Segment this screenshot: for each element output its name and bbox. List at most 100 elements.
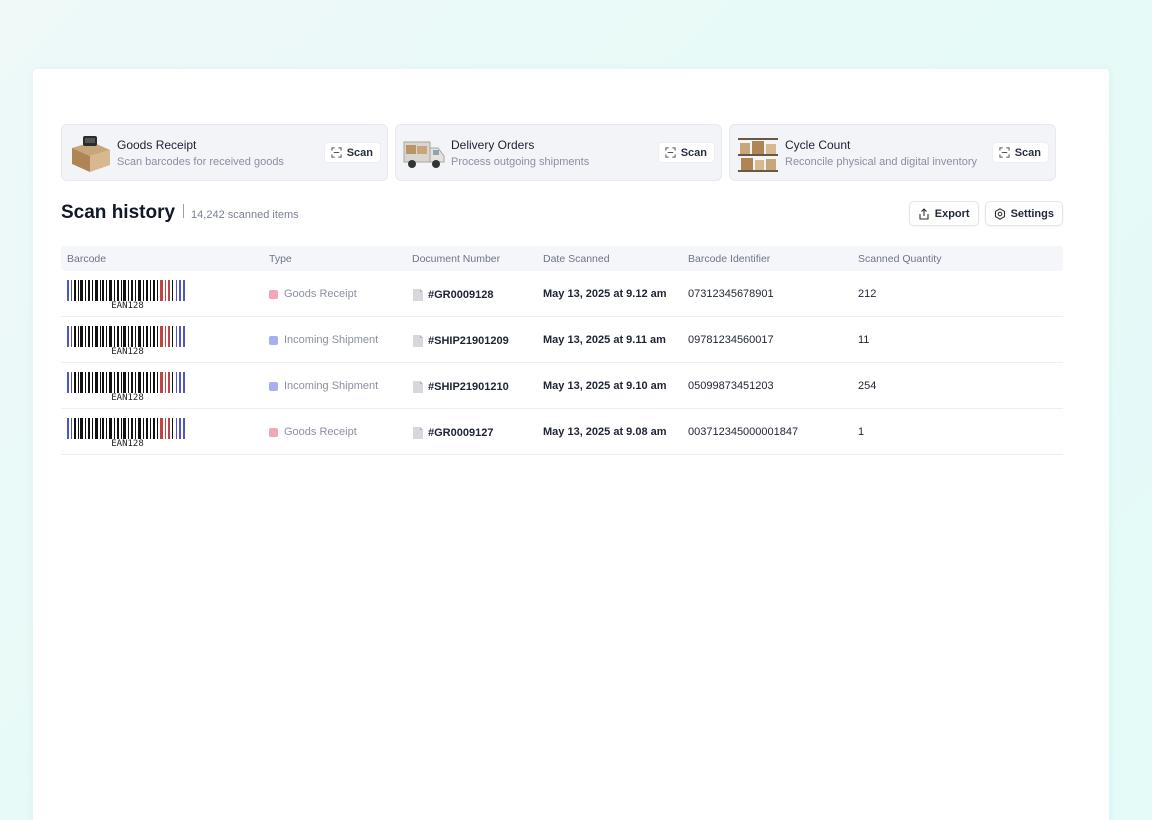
barcode-bar — [80, 418, 83, 439]
scan-button[interactable]: Scan — [657, 142, 715, 163]
barcode-bar — [153, 280, 155, 301]
barcode-bar — [114, 418, 115, 439]
table-row[interactable]: EAN128 Goods Receipt #GR0009127 May 13, … — [61, 409, 1063, 455]
barcode-bar — [138, 326, 141, 347]
document-cell[interactable]: #SHIP21901210 — [412, 380, 509, 394]
barcode-bar — [71, 418, 72, 439]
barcode-bar — [135, 280, 136, 301]
scan-icon — [999, 147, 1010, 158]
barcode-bar — [100, 326, 101, 347]
document-number: #SHIP21901209 — [428, 335, 509, 347]
barcode-bar — [179, 280, 181, 301]
date-scanned: May 13, 2025 at 9.10 am — [543, 380, 667, 392]
barcode-bar — [165, 372, 166, 393]
barcode-bar — [88, 326, 90, 347]
type-cell: Goods Receipt — [269, 426, 357, 438]
barcode-bar — [106, 372, 107, 393]
barcode-bar — [114, 372, 115, 393]
box-icon — [68, 134, 112, 174]
barcode-bar — [150, 372, 151, 393]
settings-button[interactable]: Settings — [984, 201, 1063, 226]
barcode-bar — [157, 280, 158, 301]
barcode-bar — [160, 280, 163, 301]
barcode-identifier: 05099873451203 — [688, 380, 774, 392]
barcode-icon — [67, 418, 185, 439]
scan-button[interactable]: Scan — [991, 142, 1049, 163]
barcode-bar — [123, 280, 126, 301]
barcode-bar — [92, 280, 93, 301]
type-label: Incoming Shipment — [284, 380, 379, 392]
barcode-bar — [85, 418, 86, 439]
barcode-bar — [179, 372, 181, 393]
barcode-bar — [88, 372, 90, 393]
barcode-bar — [102, 280, 104, 301]
barcode-bar — [146, 326, 148, 347]
type-cell: Goods Receipt — [269, 288, 357, 300]
export-button[interactable]: Export — [908, 201, 979, 226]
card-title: Cycle Count — [785, 138, 851, 152]
cycle-count-card[interactable]: Cycle Count Reconcile physical and digit… — [729, 124, 1056, 181]
barcode-bar — [168, 372, 170, 393]
barcode-bar — [121, 326, 122, 347]
column-header: Date Scanned — [543, 253, 610, 265]
barcode-bar — [71, 326, 72, 347]
card-subtitle: Reconcile physical and digital inventory — [785, 156, 977, 168]
goods-receipt-card[interactable]: Goods Receipt Scan barcodes for received… — [61, 124, 388, 181]
barcode-bar — [128, 280, 129, 301]
barcode-bar — [117, 280, 119, 301]
barcode-bar — [88, 418, 90, 439]
barcode-bar — [128, 372, 129, 393]
scan-button[interactable]: Scan — [323, 142, 381, 163]
barcode-bar — [135, 418, 136, 439]
barcode-bar — [153, 372, 155, 393]
scanned-quantity: 212 — [858, 288, 877, 300]
barcode-label: EAN128 — [111, 439, 144, 449]
document-cell[interactable]: #GR0009128 — [412, 288, 493, 302]
barcode-bar — [135, 326, 136, 347]
barcode-bar — [117, 372, 119, 393]
title-divider — [183, 204, 185, 218]
barcode-bar — [123, 326, 126, 347]
document-cell[interactable]: #GR0009127 — [412, 426, 493, 440]
barcode-bar — [131, 418, 133, 439]
scan-button-label: Scan — [680, 146, 707, 159]
barcode-bar — [74, 418, 76, 439]
barcode-bar — [172, 418, 173, 439]
barcode-icon — [67, 372, 185, 393]
barcode-bar — [95, 418, 98, 439]
table-row[interactable]: EAN128 Goods Receipt #GR0009128 May 13, … — [61, 271, 1063, 317]
delivery-orders-card[interactable]: Delivery Orders Process outgoing shipmen… — [395, 124, 722, 181]
table-header: Barcode Type Document Number Date Scanne… — [61, 246, 1063, 271]
barcode-bar — [165, 418, 166, 439]
barcode-bar — [146, 418, 148, 439]
barcode-bar — [71, 280, 72, 301]
document-number: #SHIP21901210 — [428, 381, 509, 393]
document-icon — [413, 381, 423, 393]
table-row[interactable]: EAN128 Incoming Shipment #SHIP21901209 M… — [61, 317, 1063, 363]
barcode-bar — [80, 372, 83, 393]
document-cell[interactable]: #SHIP21901209 — [412, 334, 509, 348]
type-color-dot — [269, 289, 278, 299]
barcode-bar — [176, 280, 177, 301]
barcode-bar — [172, 372, 173, 393]
scan-icon — [331, 147, 342, 158]
type-label: Goods Receipt — [284, 288, 357, 300]
type-label: Goods Receipt — [284, 426, 357, 438]
document-icon — [413, 427, 423, 439]
barcode-bar — [67, 326, 69, 347]
barcode-bar — [157, 326, 158, 347]
barcode-bar — [123, 418, 126, 439]
scroll-fade — [61, 455, 1063, 475]
table-row[interactable]: EAN128 Incoming Shipment #SHIP21901210 M… — [61, 363, 1063, 409]
item-count: 14,242 scanned items — [191, 209, 299, 221]
export-icon — [919, 207, 929, 220]
barcode-bar — [92, 326, 93, 347]
barcode-bar — [117, 418, 119, 439]
barcode-bar — [123, 372, 126, 393]
barcode-bar — [160, 326, 163, 347]
barcode-bar — [95, 326, 98, 347]
column-header: Scanned Quantity — [858, 253, 942, 265]
gear-icon — [994, 207, 1005, 220]
date-scanned: May 13, 2025 at 9.12 am — [543, 288, 667, 300]
barcode-bar — [165, 280, 166, 301]
